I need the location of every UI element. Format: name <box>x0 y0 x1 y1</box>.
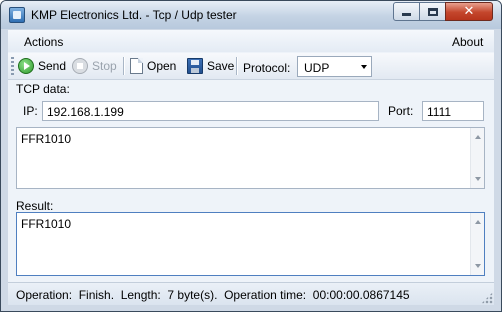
stop-label: Stop <box>92 59 117 73</box>
scroll-down-icon[interactable] <box>475 264 481 268</box>
ip-label: IP: <box>23 104 38 118</box>
result-text: FFR1010 <box>21 217 72 231</box>
save-disk-icon <box>187 58 203 74</box>
send-button[interactable]: Send <box>18 56 66 76</box>
scroll-down-icon[interactable] <box>475 177 481 181</box>
dropdown-arrow-icon <box>361 65 367 69</box>
ip-input[interactable]: 192.168.1.199 <box>42 101 379 121</box>
toolbar-grip[interactable] <box>11 57 14 75</box>
menu-about[interactable]: About <box>452 35 483 49</box>
tcp-data-scrollbar[interactable] <box>470 128 484 188</box>
play-icon <box>18 58 34 74</box>
close-button[interactable]: ✕ <box>445 2 493 21</box>
close-icon: ✕ <box>463 4 475 19</box>
port-input[interactable]: 1111 <box>422 101 484 121</box>
protocol-value: UDP <box>304 61 330 75</box>
status-bar: Operation: Finish. Length: 7 byte(s). Op… <box>8 282 494 305</box>
window-title: KMP Electronics Ltd. - Tcp / Udp tester <box>31 8 237 22</box>
port-label: Port: <box>388 104 414 118</box>
client-area: Actions About Send Stop Open Save Protoc… <box>8 30 494 305</box>
protocol-select[interactable]: UDP <box>297 56 372 77</box>
stop-button[interactable]: Stop <box>72 56 117 76</box>
maximize-button[interactable] <box>419 2 446 21</box>
maximize-icon <box>427 7 438 16</box>
toolbar: Send Stop Open Save Protocol: UDP <box>8 53 494 80</box>
toolbar-separator <box>123 57 124 75</box>
app-icon[interactable] <box>9 7 25 23</box>
open-file-icon <box>130 58 143 74</box>
title-bar[interactable]: KMP Electronics Ltd. - Tcp / Udp tester … <box>1 1 501 29</box>
tcp-data-text: FFR1010 <box>21 132 72 146</box>
send-label: Send <box>38 59 67 73</box>
status-text: Operation: Finish. Length: 7 byte(s). Op… <box>16 288 410 302</box>
result-textarea[interactable]: FFR1010 <box>16 212 485 276</box>
protocol-label: Protocol: <box>243 61 291 75</box>
toolbar-separator <box>236 57 237 75</box>
minimize-icon <box>402 13 411 16</box>
result-scrollbar[interactable] <box>470 213 484 275</box>
tcp-data-label: TCP data: <box>16 82 70 96</box>
resize-grip-icon[interactable] <box>481 292 493 304</box>
save-label: Save <box>207 59 235 73</box>
app-window: KMP Electronics Ltd. - Tcp / Udp tester … <box>0 0 502 312</box>
open-button[interactable]: Open <box>130 56 176 76</box>
stop-icon <box>72 58 88 74</box>
open-label: Open <box>147 59 177 73</box>
save-button[interactable]: Save <box>187 56 234 76</box>
result-label: Result: <box>16 199 54 213</box>
scroll-up-icon[interactable] <box>475 220 481 224</box>
menu-actions[interactable]: Actions <box>24 35 63 49</box>
menu-bar: Actions About <box>8 30 494 52</box>
scroll-up-icon[interactable] <box>475 135 481 139</box>
minimize-button[interactable] <box>393 2 420 21</box>
tcp-data-textarea[interactable]: FFR1010 <box>16 127 485 189</box>
